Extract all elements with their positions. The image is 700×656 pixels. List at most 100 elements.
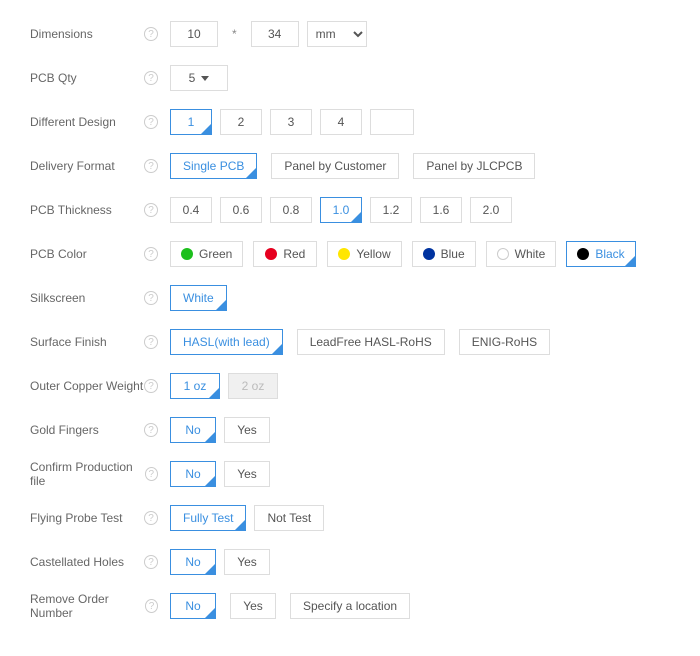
controls: White (170, 285, 227, 311)
label-col: Confirm Production file ? (30, 460, 170, 488)
label-pcb-color: PCB Color (30, 247, 87, 261)
controls: Green Red Yellow Blue White Black (170, 241, 636, 267)
option-hasl-lead[interactable]: HASL(with lead) (170, 329, 283, 355)
row-pcb-thickness: PCB Thickness ? 0.4 0.6 0.8 1.0 1.2 1.6 … (30, 196, 670, 224)
option-thickness-4[interactable]: 1.2 (370, 197, 412, 223)
help-icon[interactable]: ? (144, 115, 158, 129)
row-gold-fingers: Gold Fingers ? No Yes (30, 416, 670, 444)
help-icon[interactable]: ? (144, 335, 158, 349)
option-panel-jlcpcb[interactable]: Panel by JLCPCB (413, 153, 535, 179)
help-icon[interactable]: ? (144, 203, 158, 217)
controls: 0.4 0.6 0.8 1.0 1.2 1.6 2.0 (170, 197, 512, 223)
row-different-design: Different Design ? 1 2 3 4 (30, 108, 670, 136)
chevron-down-icon (201, 76, 209, 81)
controls: 1 oz 2 oz (170, 373, 278, 399)
controls: Single PCB Panel by Customer Panel by JL… (170, 153, 535, 179)
option-removeorder-yes[interactable]: Yes (230, 593, 276, 619)
label-pcb-thickness: PCB Thickness (30, 203, 112, 217)
option-silkscreen-white[interactable]: White (170, 285, 227, 311)
controls: No Yes (170, 417, 270, 443)
multiply-icon: * (232, 27, 237, 41)
option-not-test[interactable]: Not Test (254, 505, 324, 531)
label-outer-copper: Outer Copper Weight (30, 379, 143, 393)
option-thickness-2[interactable]: 0.8 (270, 197, 312, 223)
help-icon[interactable]: ? (144, 379, 158, 393)
controls: * mm (170, 21, 367, 47)
help-icon[interactable]: ? (144, 159, 158, 173)
color-dot-icon (265, 248, 277, 260)
option-leadfree-hasl[interactable]: LeadFree HASL-RoHS (297, 329, 445, 355)
label-col: Delivery Format ? (30, 159, 170, 173)
option-goldfingers-yes[interactable]: Yes (224, 417, 270, 443)
help-icon[interactable]: ? (145, 599, 158, 613)
controls: HASL(with lead) LeadFree HASL-RoHS ENIG-… (170, 329, 550, 355)
height-input[interactable] (251, 21, 299, 47)
option-removeorder-no[interactable]: No (170, 593, 216, 619)
option-copper-1oz[interactable]: 1 oz (170, 373, 220, 399)
label-col: PCB Thickness ? (30, 203, 170, 217)
color-dot-icon (338, 248, 350, 260)
label-col: PCB Qty ? (30, 71, 170, 85)
label-different-design: Different Design (30, 115, 116, 129)
row-outer-copper: Outer Copper Weight ? 1 oz 2 oz (30, 372, 670, 400)
help-icon[interactable]: ? (144, 291, 158, 305)
label-gold-fingers: Gold Fingers (30, 423, 99, 437)
width-input[interactable] (170, 21, 218, 47)
option-panel-customer[interactable]: Panel by Customer (271, 153, 399, 179)
label-flying-probe: Flying Probe Test (30, 511, 123, 525)
option-thickness-5[interactable]: 1.6 (420, 197, 462, 223)
option-fully-test[interactable]: Fully Test (170, 505, 246, 531)
label-confirm-production: Confirm Production file (30, 460, 145, 488)
option-design-2[interactable]: 2 (220, 109, 262, 135)
label-pcb-qty: PCB Qty (30, 71, 77, 85)
option-thickness-1[interactable]: 0.6 (220, 197, 262, 223)
help-icon[interactable]: ? (144, 247, 158, 261)
qty-select[interactable]: 5 (170, 65, 228, 91)
option-castellated-no[interactable]: No (170, 549, 216, 575)
option-castellated-yes[interactable]: Yes (224, 549, 270, 575)
option-design-1[interactable]: 1 (170, 109, 212, 135)
help-icon[interactable]: ? (144, 555, 158, 569)
option-removeorder-specify[interactable]: Specify a location (290, 593, 410, 619)
controls: No Yes (170, 549, 270, 575)
unit-select[interactable]: mm (307, 21, 367, 47)
help-icon[interactable]: ? (145, 467, 158, 481)
option-thickness-0[interactable]: 0.4 (170, 197, 212, 223)
label-col: Silkscreen ? (30, 291, 170, 305)
option-confirm-no[interactable]: No (170, 461, 216, 487)
controls: 1 2 3 4 (170, 109, 414, 135)
option-design-3[interactable]: 3 (270, 109, 312, 135)
help-icon[interactable]: ? (144, 423, 158, 437)
color-dot-icon (423, 248, 435, 260)
label-col: Castellated Holes ? (30, 555, 170, 569)
label-delivery-format: Delivery Format (30, 159, 115, 173)
label-castellated: Castellated Holes (30, 555, 124, 569)
option-thickness-6[interactable]: 2.0 (470, 197, 512, 223)
option-confirm-yes[interactable]: Yes (224, 461, 270, 487)
option-single-pcb[interactable]: Single PCB (170, 153, 257, 179)
row-castellated: Castellated Holes ? No Yes (30, 548, 670, 576)
label-silkscreen: Silkscreen (30, 291, 85, 305)
option-thickness-3[interactable]: 1.0 (320, 197, 362, 223)
row-surface-finish: Surface Finish ? HASL(with lead) LeadFre… (30, 328, 670, 356)
help-icon[interactable]: ? (144, 71, 158, 85)
option-enig-rohs[interactable]: ENIG-RoHS (459, 329, 550, 355)
option-design-4[interactable]: 4 (320, 109, 362, 135)
option-color-blue[interactable]: Blue (412, 241, 476, 267)
help-icon[interactable]: ? (144, 27, 158, 41)
option-goldfingers-no[interactable]: No (170, 417, 216, 443)
label-col: Flying Probe Test ? (30, 511, 170, 525)
design-custom-input[interactable] (370, 109, 414, 135)
option-color-red[interactable]: Red (253, 241, 317, 267)
label-col: Outer Copper Weight ? (30, 379, 170, 393)
help-icon[interactable]: ? (144, 511, 158, 525)
option-color-black[interactable]: Black (566, 241, 635, 267)
option-color-yellow[interactable]: Yellow (327, 241, 401, 267)
option-color-white[interactable]: White (486, 241, 557, 267)
controls: 5 (170, 65, 228, 91)
row-delivery-format: Delivery Format ? Single PCB Panel by Cu… (30, 152, 670, 180)
row-remove-order-num: Remove Order Number ? No Yes Specify a l… (30, 592, 670, 620)
option-color-green[interactable]: Green (170, 241, 243, 267)
label-col: PCB Color ? (30, 247, 170, 261)
label-col: Remove Order Number ? (30, 592, 170, 620)
